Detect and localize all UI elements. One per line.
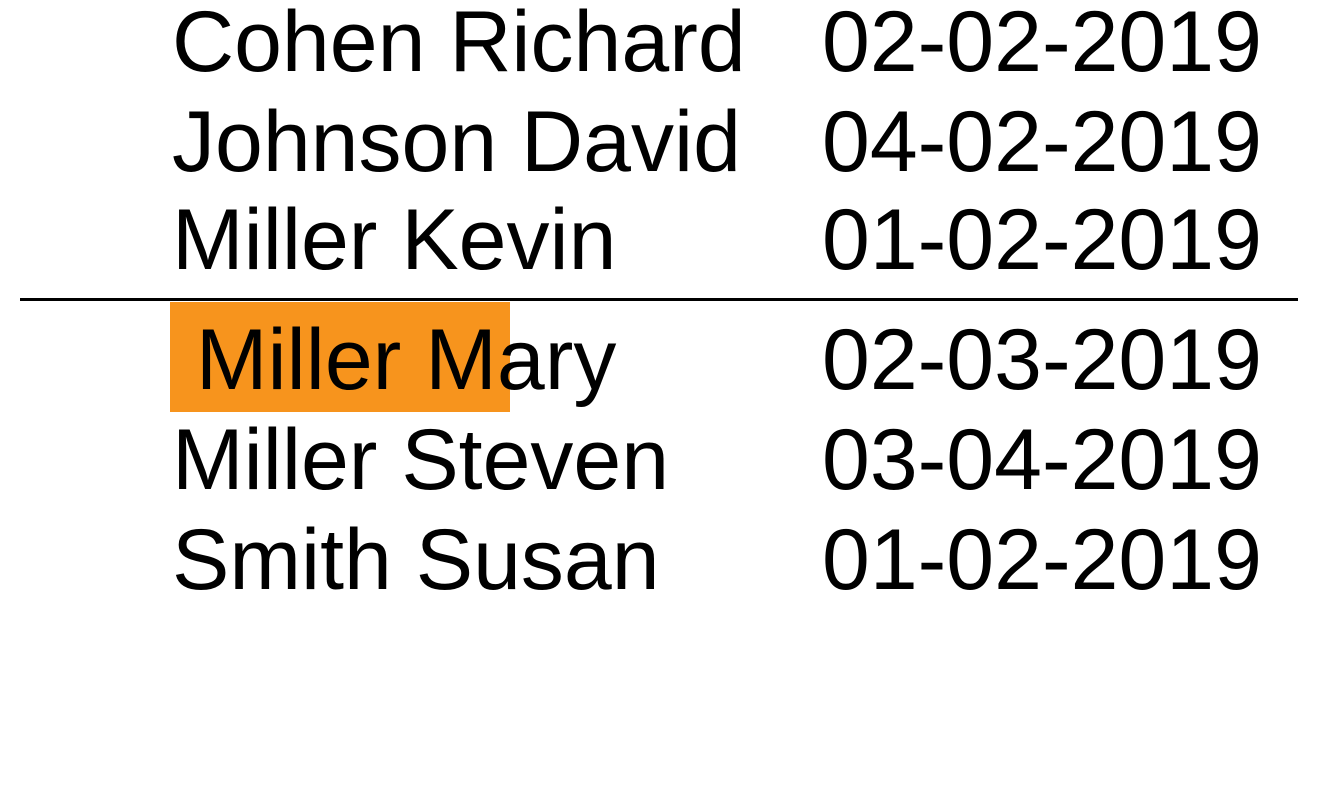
list-item: Miller Steven 03-04-2019 bbox=[0, 410, 1326, 510]
date: 03-04-2019 bbox=[822, 412, 1262, 508]
date: 04-02-2019 bbox=[822, 94, 1262, 190]
date: 01-02-2019 bbox=[822, 512, 1262, 608]
date: 02-02-2019 bbox=[822, 0, 1262, 90]
divider bbox=[20, 298, 1298, 301]
date: 02-03-2019 bbox=[822, 312, 1262, 408]
highlighted-text: Miller M bbox=[172, 312, 497, 408]
name-rest: ary bbox=[496, 312, 617, 408]
list-item: Johnson David 04-02-2019 bbox=[0, 92, 1326, 192]
person-name: Johnson David bbox=[172, 94, 741, 190]
list-item: Smith Susan 01-02-2019 bbox=[0, 510, 1326, 610]
person-name: Smith Susan bbox=[172, 512, 660, 608]
person-name: Miller Steven bbox=[172, 412, 670, 508]
person-name: Miller Mary bbox=[172, 310, 616, 410]
list-item: Miller Kevin 01-02-2019 bbox=[0, 190, 1326, 290]
person-name: Cohen Richard bbox=[172, 0, 746, 90]
date: 01-02-2019 bbox=[822, 192, 1262, 288]
list-item-highlighted: Miller Mary 02-03-2019 bbox=[0, 310, 1326, 410]
list-item: Cohen Richard 02-02-2019 bbox=[0, 0, 1326, 92]
person-name: Miller Kevin bbox=[172, 192, 617, 288]
